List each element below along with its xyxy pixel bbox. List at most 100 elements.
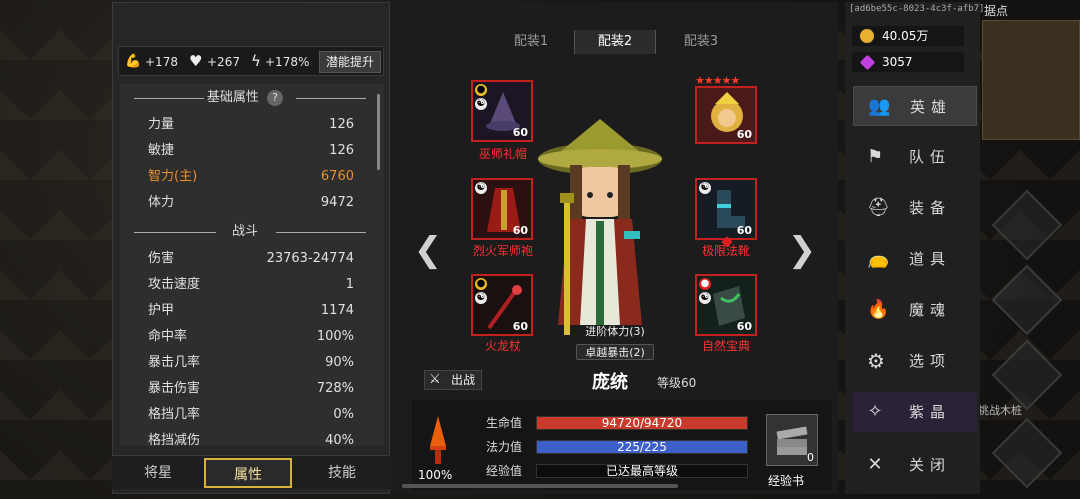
equip-name-boots: 极限法靴 (701, 244, 750, 258)
equip-name-book: 自然宝典 (701, 339, 750, 353)
hp-label: 生命值 (486, 416, 523, 430)
exp-bar: 已达最高等级 (536, 464, 748, 478)
attribute-list[interactable]: 基础属性 ? 战斗 力量 126 敏捷 126 智力(主) 6760 体力 9472 伤害 237… (120, 84, 384, 446)
exp-value: 已达最高等级 (605, 464, 678, 478)
strength-bonus: +178 (145, 55, 178, 69)
combat-row: 攻击速度 1 (148, 272, 354, 298)
combat-row: 暴击几率 90% (148, 350, 354, 376)
combat-stat-value: 90% (325, 355, 354, 370)
combat-title: 战斗 (231, 224, 258, 239)
menu-amethyst[interactable]: ✧ 紫晶 (853, 392, 977, 432)
hp-bonus: +267 (207, 55, 240, 69)
menu-soul[interactable]: 🔥 魔魂 (853, 290, 977, 330)
minimap[interactable] (982, 20, 1080, 140)
combat-row: 格挡减伤 40% (148, 428, 354, 446)
menu-close[interactable]: ✕ 关闭 (853, 445, 977, 485)
equip-name-staff: 火龙杖 (484, 339, 521, 353)
basic-attributes-header: 基础属性 ? (120, 86, 370, 110)
hero-icon: 👥 (868, 96, 897, 117)
menu-close-label: 关闭 (909, 456, 952, 474)
attribute-scrollbar[interactable] (377, 94, 380, 170)
combat-stat-value: 23763-24774 (266, 251, 354, 266)
equip-slot-companion[interactable]: 60 (695, 86, 757, 144)
combat-stat-name: 护甲 (148, 303, 175, 318)
tab-loadout-1[interactable]: 配装1 (496, 30, 566, 54)
menu-hero-label: 英雄 (910, 98, 953, 116)
flag-icon: ⚑ (867, 146, 890, 167)
help-icon[interactable]: ? (267, 90, 284, 106)
attribute-row: 智力(主) 6760 (148, 164, 354, 190)
potential-upgrade-button[interactable]: 潜能提升 (319, 51, 381, 73)
hero-name: 庞统 (592, 372, 628, 393)
combat-row: 护甲 1174 (148, 298, 354, 324)
menu-team-label: 队伍 (909, 148, 952, 166)
menu-team[interactable]: ⚑ 队伍 (853, 137, 977, 177)
minimap-title: 据点 (984, 4, 1009, 18)
gem-resource: 3057 (852, 52, 964, 72)
helmet-icon: ⛑ (867, 197, 896, 218)
combat-stat-name: 暴击伤害 (148, 381, 201, 396)
stat-bonus-bar: 💪 +178 ♥ +267 ϟ +178% 潜能提升 (118, 46, 384, 76)
attribute-value: 126 (329, 117, 354, 132)
equip-level: 60 (736, 128, 752, 141)
equip-level: 60 (512, 224, 528, 237)
speed-bonus: +178% (265, 55, 310, 69)
next-hero-arrow[interactable]: ❯ (787, 230, 817, 270)
combat-stat-value: 1 (345, 277, 354, 292)
mp-label: 法力值 (486, 440, 523, 454)
equip-level: 60 (736, 224, 752, 237)
horizontal-scrollbar[interactable] (402, 484, 678, 488)
hp-value: 94720/94720 (601, 416, 683, 430)
combat-stat-name: 攻击速度 (148, 277, 201, 292)
equip-slot-hat[interactable]: ● ☯ 60 (471, 80, 533, 142)
combat-stat-name: 格挡减伤 (148, 433, 201, 446)
attribute-value: 9472 (320, 195, 354, 210)
attribute-value: 6760 (320, 169, 354, 184)
exp-book-count: 0 (807, 451, 814, 464)
tab-generals[interactable]: 将星 (114, 458, 202, 488)
combat-stat-value: 728% (316, 381, 354, 396)
mp-value: 225/225 (617, 440, 667, 454)
attribute-name: 体力 (148, 195, 175, 210)
tab-loadout-3[interactable]: 配装3 (666, 30, 736, 54)
menu-options[interactable]: ⚙ 选项 (853, 341, 977, 381)
attribute-name: 力量 (148, 117, 175, 132)
exp-book-button[interactable]: 0 (766, 414, 818, 466)
tab-skills[interactable]: 技能 (298, 458, 386, 488)
mp-bar: 225/225 (536, 440, 748, 454)
prev-hero-arrow[interactable]: ❮ (413, 230, 443, 270)
deploy-button[interactable]: ⚔ 出战 (424, 370, 482, 390)
menu-equipment[interactable]: ⛑ 装备 (853, 188, 977, 228)
strength-icon: 💪 (125, 54, 142, 69)
equip-level: 60 (512, 126, 528, 139)
close-icon: ✕ (867, 454, 889, 475)
menu-amethyst-label: 紫晶 (909, 403, 952, 421)
combat-stat-value: 0% (333, 407, 354, 422)
attribute-row: 体力 9472 (148, 190, 354, 216)
book-stack-icon (776, 426, 808, 455)
equip-slot-robe[interactable]: ☯ 60 (471, 178, 533, 240)
basic-attributes-title: 基础属性 (206, 90, 259, 105)
combat-stat-value: 100% (316, 329, 354, 344)
equip-slot-book[interactable]: ● ☯ 60 (695, 274, 757, 336)
combat-row: 格挡几率 0% (148, 402, 354, 428)
attribute-name: 敏捷 (148, 143, 175, 158)
crystal-icon: ✧ (867, 401, 889, 422)
equip-level: 60 (736, 320, 752, 333)
menu-items[interactable]: 👝 道具 (853, 239, 977, 279)
bottom-tab-bar: 将星 属性 技能 (112, 455, 390, 489)
gem-amount: 3057 (882, 55, 913, 69)
lightning-icon: ϟ (251, 52, 261, 70)
menu-hero[interactable]: 👥 英雄 (853, 86, 977, 126)
tab-attributes[interactable]: 属性 (204, 458, 292, 488)
combat-header: 战斗 (120, 220, 370, 244)
equip-slot-staff[interactable]: ● ☯ 60 (471, 274, 533, 336)
sword-power-icon (430, 416, 446, 464)
combat-row: 伤害 23763-24774 (148, 246, 354, 272)
player-uid: [ad6be55c-8023-4c3f-afb7] (849, 4, 985, 14)
combat-stat-name: 暴击几率 (148, 355, 201, 370)
tab-loadout-2[interactable]: 配装2 (574, 30, 656, 54)
equip-slot-boots[interactable]: ☯ 60 (695, 178, 757, 240)
gold-coin-icon (860, 29, 874, 43)
exp-label: 经验值 (486, 464, 523, 478)
